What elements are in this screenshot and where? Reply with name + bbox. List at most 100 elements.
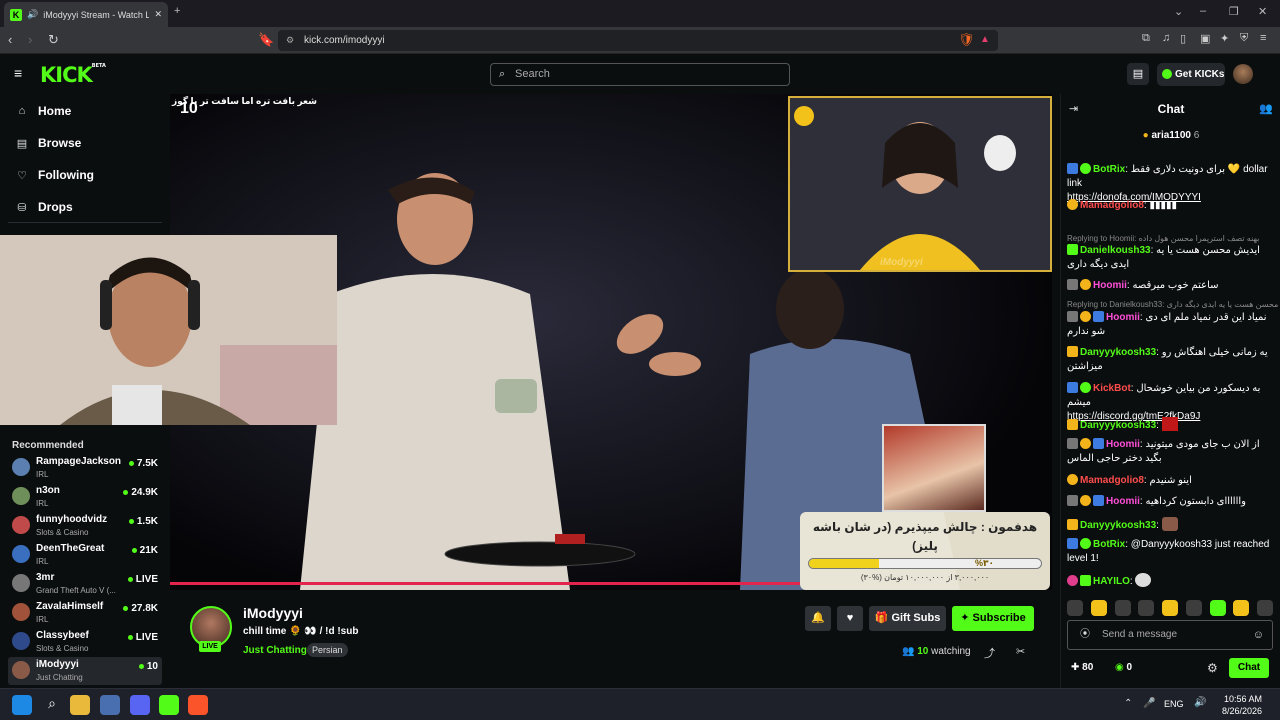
recommended-channel[interactable]: iModyyyi Just Chatting 10 xyxy=(8,657,162,685)
stream-category[interactable]: Just Chatting xyxy=(243,645,307,656)
search-input[interactable]: ⌕ Search xyxy=(490,63,790,86)
chat-username[interactable]: KickBot xyxy=(1093,383,1131,394)
address-bar[interactable]: ⚙ kick.com/imodyyyi xyxy=(278,30,998,51)
back-icon[interactable]: ‹ xyxy=(8,32,12,47)
subscribe-button[interactable]: ✦ Subscribe xyxy=(952,606,1034,631)
emote-button[interactable] xyxy=(1209,600,1226,616)
chat-username[interactable]: Mamadgolio8 xyxy=(1080,200,1144,211)
emote-button[interactable] xyxy=(1185,600,1202,616)
emote-button[interactable] xyxy=(1233,600,1250,616)
recommended-channel[interactable]: funnyhoodvidz Slots & Casino 1.5K xyxy=(8,512,162,540)
chat-users-icon[interactable]: 👥 xyxy=(1259,102,1273,115)
recommended-channel[interactable]: RampageJackson IRL 7.5K xyxy=(8,454,162,482)
chat-settings-dot-icon[interactable]: ⦿ xyxy=(1080,621,1090,649)
streamer-name[interactable]: iModyyyi xyxy=(243,605,303,621)
tray-chevron-icon[interactable]: ⌃ xyxy=(1124,698,1132,709)
follow-button[interactable]: ♥ xyxy=(837,606,863,631)
sub-badge-icon xyxy=(1080,575,1091,586)
close-tab-icon[interactable]: ✕ xyxy=(154,9,162,20)
brave-rewards-icon[interactable]: ▲ xyxy=(980,34,990,45)
kick-logo[interactable]: KICKBETA xyxy=(40,63,106,87)
chat-username[interactable]: BotRix xyxy=(1093,164,1125,175)
leo-ai-icon[interactable]: ✦ xyxy=(1220,32,1229,45)
sidebar-item-browse[interactable]: ▤ Browse xyxy=(16,136,82,150)
sidebar-item-drops[interactable]: ⛁ Drops xyxy=(16,200,72,214)
discord-icon[interactable] xyxy=(130,695,150,715)
gifter-badge-icon xyxy=(1080,495,1091,506)
channel-name: DeenTheGreat xyxy=(36,543,105,554)
microphone-icon[interactable]: 🎤 xyxy=(1143,698,1155,709)
emote-button[interactable] xyxy=(1162,600,1178,616)
media-icon[interactable]: ♫ xyxy=(1162,32,1170,44)
hamburger-menu-icon[interactable]: ≡ xyxy=(14,65,22,81)
menu-icon[interactable]: ≡ xyxy=(1260,32,1266,44)
new-tab-icon[interactable]: + xyxy=(174,5,180,17)
sidebar-item-following[interactable]: ♡ Following xyxy=(16,168,94,182)
chat-username[interactable]: Danyyykoosh33 xyxy=(1080,347,1156,358)
share-icon[interactable]: ⤴ xyxy=(984,645,995,661)
kicks-balance[interactable]: ◉ 0 xyxy=(1115,662,1132,673)
recommended-channel[interactable]: n3on IRL 24.9K xyxy=(8,483,162,511)
emoji-picker-icon[interactable]: ☺ xyxy=(1253,621,1264,649)
recommended-channel[interactable]: 3mr Grand Theft Auto V (... LIVE xyxy=(8,570,162,598)
volume-icon[interactable]: 🔊 xyxy=(1194,697,1206,708)
close-window-icon[interactable]: ✕ xyxy=(1258,5,1267,18)
chat-input-placeholder: Send a message xyxy=(1102,629,1178,640)
emote-button[interactable] xyxy=(1114,600,1131,616)
windows-start-icon[interactable] xyxy=(12,695,32,715)
stream-tag[interactable]: Persian xyxy=(307,643,348,657)
tab-search-icon[interactable]: ⌄ xyxy=(1174,5,1183,18)
wallet-icon[interactable]: ▣ xyxy=(1200,32,1210,45)
emote-button[interactable] xyxy=(1138,600,1155,616)
emote-button[interactable] xyxy=(1067,600,1083,616)
chat-username[interactable]: Hoomii xyxy=(1106,312,1140,323)
chat-text: ساعتم خوب میرقصه xyxy=(1132,280,1219,291)
chat-message: Mamadgolio8: ▮▮▮▮▮ xyxy=(1067,199,1273,213)
viewer-count: 10 xyxy=(139,661,158,672)
chat-username[interactable]: Hoomii xyxy=(1093,280,1127,291)
chat-username[interactable]: HAYILO xyxy=(1093,576,1130,587)
user-avatar[interactable] xyxy=(1233,64,1253,84)
chat-username[interactable]: Danielkoush33 xyxy=(1080,245,1151,256)
chat-username[interactable]: Hoomii xyxy=(1106,496,1140,507)
file-explorer-icon[interactable] xyxy=(70,695,90,715)
clip-icon[interactable]: ✂ xyxy=(1016,645,1025,658)
sidebar-toggle-icon[interactable]: ▯ xyxy=(1180,32,1186,45)
app-icon[interactable] xyxy=(100,695,120,715)
forward-icon[interactable]: › xyxy=(28,32,32,47)
recommended-channel[interactable]: ZavalaHimself IRL 27.8K xyxy=(8,599,162,627)
sidebar-item-home[interactable]: ⌂ Home xyxy=(16,104,72,118)
search-icon[interactable]: ⌕ xyxy=(42,695,62,715)
extensions-icon[interactable]: ⧉ xyxy=(1142,32,1150,45)
brave-shield-icon[interactable]: 🛡 xyxy=(958,32,975,48)
chat-username[interactable]: Mamadgolio8 xyxy=(1080,475,1144,486)
emote-button[interactable] xyxy=(1257,600,1273,616)
stream-browser-button[interactable]: ▤ xyxy=(1127,63,1149,85)
donation-goal-widget: هدفمون : چالش میپذیرم (در شان باشه پلیز)… xyxy=(800,512,1050,590)
recommended-channel[interactable]: Classybeef Slots & Casino LIVE xyxy=(8,628,162,656)
emote-button[interactable] xyxy=(1090,600,1107,616)
kick-app-icon[interactable] xyxy=(159,695,179,715)
maximize-icon[interactable]: ❐ xyxy=(1229,5,1239,18)
channel-points[interactable]: ✚ 80 xyxy=(1071,662,1093,673)
system-clock[interactable]: 10:56 AM 8/26/2026 xyxy=(1222,693,1262,717)
chat-send-button[interactable]: Chat xyxy=(1229,658,1269,678)
get-kicks-button[interactable]: Get KICKs xyxy=(1157,63,1225,86)
chat-settings-icon[interactable]: ⚙ xyxy=(1207,661,1218,675)
site-info-icon[interactable]: ⚙ xyxy=(286,30,294,51)
chat-message-input[interactable]: ⦿ Send a message ☺ xyxy=(1067,620,1273,650)
chat-username[interactable]: BotRix xyxy=(1093,539,1125,550)
chat-username[interactable]: Danyyykoosh33 xyxy=(1080,520,1156,531)
notification-bell-button[interactable]: 🔔 xyxy=(805,606,831,631)
minimize-icon[interactable]: – xyxy=(1200,5,1206,17)
browser-tab[interactable]: K 🔊 iModyyyi Stream - Watch Live ✕ xyxy=(4,2,168,27)
recommended-channel[interactable]: DeenTheGreat IRL 21K xyxy=(8,541,162,569)
vpn-icon[interactable]: ⛨ xyxy=(1240,32,1248,45)
brave-browser-icon[interactable] xyxy=(188,695,208,715)
reload-icon[interactable]: ↻ xyxy=(48,32,59,48)
chat-username[interactable]: Danyyykoosh33 xyxy=(1080,420,1156,431)
gift-subs-button[interactable]: 🎁 Gift Subs xyxy=(869,606,946,631)
bookmark-icon[interactable]: 🔖 xyxy=(258,32,274,48)
chat-username[interactable]: Hoomii xyxy=(1106,439,1140,450)
keyboard-language[interactable]: ENG xyxy=(1164,699,1184,709)
